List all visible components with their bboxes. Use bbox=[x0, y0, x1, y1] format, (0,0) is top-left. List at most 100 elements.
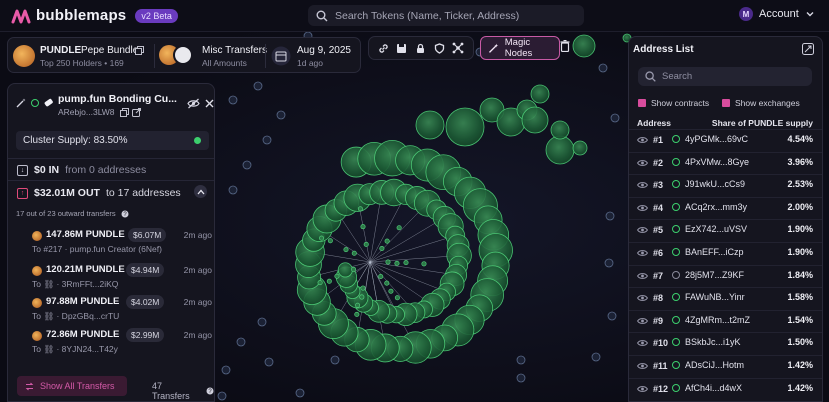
holder-bubble[interactable] bbox=[217, 391, 227, 401]
address-row[interactable]: #3 J91wkU...cCs9 2.53% bbox=[637, 177, 813, 197]
checkbox[interactable] bbox=[638, 99, 646, 107]
holder-bubble[interactable] bbox=[521, 106, 549, 134]
holder-bubble[interactable] bbox=[330, 355, 340, 365]
address-search-input[interactable] bbox=[662, 71, 802, 82]
eye-icon[interactable] bbox=[637, 362, 648, 370]
account-menu[interactable]: M Account bbox=[739, 7, 815, 21]
transfer-item[interactable]: 147.86M PUNDLE $6.07M 2m ago To #217 · p… bbox=[32, 228, 212, 259]
holder-bubble[interactable] bbox=[326, 278, 332, 284]
holder-bubble[interactable] bbox=[354, 311, 360, 317]
address-row[interactable]: #10 BSkbJc...i1yK 1.50% bbox=[637, 335, 813, 355]
holder-bubble[interactable] bbox=[545, 135, 575, 165]
address-row[interactable]: #7 28j5M7...Z9KF 1.84% bbox=[637, 268, 813, 288]
close-icon[interactable] bbox=[205, 99, 214, 108]
eye-icon[interactable] bbox=[637, 272, 648, 280]
token-search[interactable] bbox=[308, 5, 584, 26]
holder-bubble[interactable] bbox=[360, 224, 366, 230]
copy-icon[interactable] bbox=[135, 46, 144, 55]
holder-bubble[interactable] bbox=[516, 355, 526, 365]
external-link-icon[interactable] bbox=[132, 108, 141, 117]
eye-icon[interactable] bbox=[637, 226, 648, 234]
outflow-row[interactable]: ↑ $32.01M OUT to 17 addresses bbox=[17, 187, 181, 199]
holder-bubble[interactable] bbox=[236, 337, 246, 347]
show-exchanges-toggle[interactable]: Show exchanges bbox=[722, 98, 800, 108]
magic-nodes-button[interactable]: Magic Nodes bbox=[480, 36, 560, 60]
holder-bubble[interactable] bbox=[317, 280, 323, 286]
help-icon[interactable]: ? bbox=[206, 387, 214, 395]
address-row[interactable]: #11 ADsCiJ...Hotm 1.42% bbox=[637, 358, 813, 378]
token-search-input[interactable] bbox=[335, 9, 575, 22]
holder-bubble[interactable] bbox=[264, 357, 274, 367]
holder-bubble[interactable] bbox=[572, 34, 596, 58]
address-row[interactable]: #2 4PxVMw...8Gye 3.96% bbox=[637, 155, 813, 175]
hide-icon[interactable] bbox=[187, 98, 200, 109]
holder-bubble[interactable] bbox=[276, 110, 286, 120]
holder-bubble[interactable] bbox=[327, 238, 333, 244]
holder-bubble[interactable] bbox=[530, 84, 550, 104]
holder-bubble[interactable] bbox=[221, 365, 231, 375]
app-logo[interactable]: bubblemaps v2 Beta bbox=[11, 7, 178, 24]
holder-bubble[interactable] bbox=[355, 302, 361, 308]
eye-icon[interactable] bbox=[637, 204, 648, 212]
holder-bubble[interactable] bbox=[516, 373, 526, 383]
address-row[interactable]: #6 BAnEFF...iCzp 1.90% bbox=[637, 245, 813, 265]
holder-bubble[interactable] bbox=[257, 317, 267, 327]
shield-icon[interactable] bbox=[434, 42, 445, 54]
holder-bubble[interactable] bbox=[610, 113, 620, 123]
address-row[interactable]: #8 FAWuNB...Yinr 1.58% bbox=[637, 290, 813, 310]
address-row[interactable]: #5 EzX742...uVSV 1.90% bbox=[637, 222, 813, 242]
show-all-transfers-button[interactable]: Show All Transfers bbox=[17, 376, 127, 396]
holder-bubble[interactable] bbox=[242, 160, 252, 170]
address-row[interactable]: #4 ACq2rx...mm3y 2.00% bbox=[637, 200, 813, 220]
holder-bubble[interactable] bbox=[228, 95, 238, 105]
holder-bubble[interactable] bbox=[378, 273, 384, 279]
holder-bubble[interactable] bbox=[360, 285, 366, 291]
eraser-icon[interactable] bbox=[43, 97, 55, 109]
holder-bubble[interactable] bbox=[228, 185, 238, 195]
checkbox[interactable] bbox=[722, 99, 730, 107]
holder-bubble[interactable] bbox=[262, 135, 272, 145]
eye-icon[interactable] bbox=[637, 385, 648, 393]
holder-bubble[interactable] bbox=[607, 311, 617, 321]
holder-bubble[interactable] bbox=[394, 295, 400, 301]
save-icon[interactable] bbox=[396, 43, 407, 54]
transfer-item[interactable]: 72.86M PUNDLE $2.99M 2m ago To ⛓ · 8YJN2… bbox=[32, 328, 212, 359]
transfer-item[interactable]: 120.21M PUNDLE $4.94M 2m ago To ⛓ · 3RmF… bbox=[32, 263, 212, 294]
holder-bubble[interactable] bbox=[384, 280, 390, 286]
holder-bubble[interactable] bbox=[253, 81, 263, 91]
holder-bubble[interactable] bbox=[605, 211, 615, 221]
holder-bubble[interactable] bbox=[359, 294, 365, 300]
collapse-button[interactable] bbox=[194, 185, 207, 198]
link-icon[interactable] bbox=[378, 43, 389, 54]
trash-icon[interactable] bbox=[560, 40, 570, 52]
address-search[interactable] bbox=[638, 67, 812, 86]
holder-bubble[interactable] bbox=[334, 273, 340, 279]
holder-bubble[interactable] bbox=[550, 120, 570, 140]
network-icon[interactable] bbox=[452, 42, 464, 54]
holder-bubble[interactable] bbox=[388, 288, 394, 294]
copy-icon[interactable] bbox=[120, 108, 129, 117]
holder-bubble[interactable] bbox=[415, 110, 445, 140]
transfer-item[interactable]: 97.88M PUNDLE $4.02M 2m ago To ⛓ · DpzGB… bbox=[32, 295, 212, 326]
eye-icon[interactable] bbox=[637, 136, 648, 144]
holder-bubble[interactable] bbox=[604, 258, 614, 268]
eye-icon[interactable] bbox=[637, 249, 648, 257]
eye-icon[interactable] bbox=[637, 339, 648, 347]
calendar-icon[interactable] bbox=[271, 46, 291, 66]
holder-bubble[interactable] bbox=[363, 241, 369, 247]
holder-bubble[interactable] bbox=[572, 140, 588, 156]
show-contracts-toggle[interactable]: Show contracts bbox=[638, 98, 709, 108]
address-row[interactable]: #12 AfCh4i...d4wX 1.42% bbox=[637, 381, 813, 401]
address-row[interactable]: #1 4yPGMk...69vC 4.54% bbox=[637, 132, 813, 152]
holder-bubble[interactable] bbox=[295, 388, 305, 398]
lock-icon[interactable] bbox=[415, 43, 426, 54]
eye-icon[interactable] bbox=[637, 181, 648, 189]
eye-icon[interactable] bbox=[637, 317, 648, 325]
eye-icon[interactable] bbox=[637, 294, 648, 302]
expand-icon[interactable] bbox=[802, 43, 814, 55]
holder-bubble[interactable] bbox=[445, 107, 485, 147]
holder-bubble[interactable] bbox=[319, 235, 325, 241]
holder-bubble[interactable] bbox=[337, 262, 353, 278]
holder-bubble[interactable] bbox=[421, 261, 427, 267]
holder-bubble[interactable] bbox=[403, 260, 409, 266]
